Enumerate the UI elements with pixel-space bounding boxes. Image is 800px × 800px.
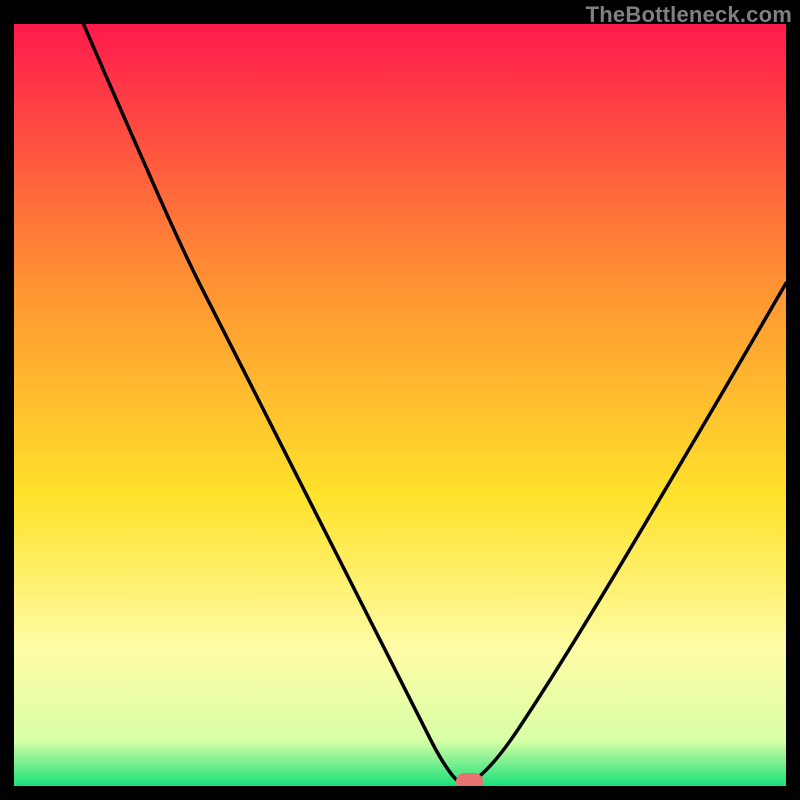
gradient-background — [14, 24, 786, 786]
bottleneck-chart — [14, 24, 786, 786]
chart-stage: TheBottleneck.com — [0, 0, 800, 800]
watermark-text: TheBottleneck.com — [586, 2, 792, 28]
optimal-marker — [456, 773, 483, 786]
